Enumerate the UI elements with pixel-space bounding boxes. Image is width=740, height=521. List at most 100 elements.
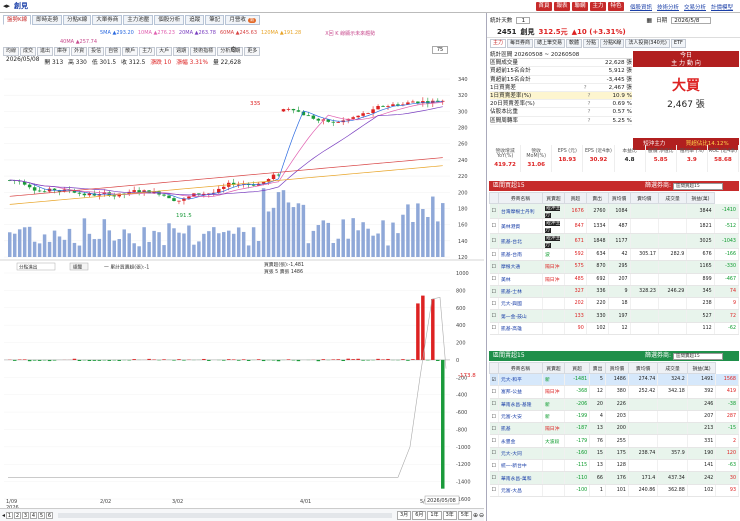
col-header[interactable]: 買賣超 [541,362,565,374]
col-header[interactable]: 賣出 [585,192,609,204]
scroll-track[interactable] [58,512,392,518]
row-checkbox[interactable]: ☐ [489,398,499,411]
range-button-2[interactable]: 1年 [427,510,442,520]
table-row[interactable]: ☐ 第一金-鼓山 133 330 197 527 72 [489,309,740,323]
row-checkbox[interactable]: ☐ [489,260,499,274]
row-checkbox[interactable]: ☐ [489,218,499,234]
toolbar-btn-6[interactable]: 自營 [105,46,122,56]
chart-tab-2[interactable]: 分點K線 [63,15,92,25]
top-link-3[interactable]: 計價模型 [711,3,733,11]
row-checkbox[interactable]: ☐ [489,459,499,473]
help-icon[interactable]: ? [587,117,590,124]
page-button-5[interactable]: 6 [46,511,54,519]
row-checkbox[interactable]: ☐ [489,285,499,299]
range-button-3[interactable]: 3年 [442,510,457,520]
help-icon[interactable]: ? [587,100,590,107]
toolbar-btn-0[interactable]: 均線 [3,46,20,56]
col-header[interactable]: 買均價 [604,362,629,374]
table-row[interactable]: ☐ 美林港資 短沖主力 847 1334 487 1821 -512 [489,218,740,234]
toolbar-btn-8[interactable]: 主力 [139,46,156,56]
page-button-2[interactable]: 3 [22,511,30,519]
table-row[interactable]: ☑ 元大-和平新 -1481 5 1486 274.74 324.2 1491 1568 [489,373,739,387]
table-row[interactable]: ☐ 元大-大同 -160 15 175 238.74 357.9 190 120 [489,447,739,461]
help-icon[interactable]: ? [584,84,587,91]
row-checkbox[interactable]: ☐ [489,471,499,485]
chart-tab-0[interactable]: 盤勢K線 [3,15,32,25]
row-checkbox[interactable]: ☐ [489,297,499,311]
table-row[interactable]: ☐ 美林 隔日沖 485 692 207 899 -467 [489,273,740,286]
table-row[interactable]: ☐ 富邦-公益 隔日沖 -368 12 380 252.42 342.18 392 419 [489,385,739,399]
zoom-out-icon[interactable]: ⊖ [479,512,484,519]
col-header[interactable]: 買超 [563,192,587,204]
col-header[interactable]: 賣均價 [629,192,659,204]
toolbar-btn-4[interactable]: 外資 [71,46,88,56]
chart-tab-7[interactable]: 筆記 [205,15,225,25]
chart-tab-1[interactable]: 即時走勢 [32,15,63,25]
table-row[interactable]: ☐ 凱基-高雄 90 102 12 112 -62 [489,322,740,336]
table-row[interactable]: ☐ 凱基-台南波 592 634 42 305.17 282.9 676 -166 [489,248,740,262]
table-row[interactable]: ☐ 永豐金 大波段 -179 76 255 331 2 [489,434,739,448]
col-header[interactable]: 損益(萬) [686,362,717,374]
col-header[interactable]: 券商名稱 [497,362,543,374]
page-button-4[interactable]: 5 [38,511,46,519]
help-icon[interactable]: ? [587,108,590,115]
broker-subtab-1[interactable]: 每日券商 [507,39,534,48]
calendar-icon[interactable]: ▦ [646,17,652,24]
row-checkbox[interactable]: ☐ [489,203,499,219]
chart-tab-5[interactable]: 個股分析 [154,15,185,25]
help-icon[interactable]: ? [587,92,590,99]
col-header[interactable]: 買賣超 [541,192,565,204]
zoom-in-icon[interactable]: ⊕ [473,512,478,519]
chart-tab-6[interactable]: 追蹤 [185,15,205,25]
col-header[interactable]: 賣出 [589,362,606,374]
broker-subtab-7[interactable]: ETF [670,39,686,48]
toolbar-btn-10[interactable]: 週期 [173,46,190,56]
table-row[interactable]: ☐ 凱基 隔日沖 -187 13 200 213 -15 [489,422,739,436]
menu-icon[interactable]: ◂▸ [3,2,10,10]
range-button-0[interactable]: 3月 [397,510,412,520]
top-link-0[interactable]: 個股資訊 [630,3,652,11]
zoom-select[interactable]: 75 [432,46,448,54]
row-checkbox[interactable]: ☐ [489,248,499,262]
toolbar-btn-9[interactable]: 大戶 [156,46,173,56]
table-row[interactable]: ☐ 台灣摩根士丹利 短沖主力 1676 2760 1084 3844 -1410 [489,203,740,219]
page-button-3[interactable]: 4 [30,511,38,519]
range-button-4[interactable]: 5年 [457,510,472,520]
top-menu-4[interactable]: 特色 [608,2,624,11]
row-checkbox[interactable]: ☐ [489,322,499,336]
col-header[interactable]: 損益(萬) [686,192,715,204]
table-row[interactable]: ☐ 摩根大通 隔日沖 575 870 295 1165 -330 [489,260,740,274]
settings-icon[interactable]: ⚙ [230,45,237,54]
broker-subtab-6[interactable]: 法人投資(340元) [625,39,670,48]
toolbar-btn-2[interactable]: 進出 [37,46,54,56]
toolbar-btn-5[interactable]: 投信 [88,46,105,56]
row-checkbox[interactable]: ☐ [489,447,499,461]
kline-chart[interactable]: 3403203002802602402202001801601401203351… [0,65,484,521]
days-select[interactable]: 1 [516,16,531,24]
top-menu-0[interactable]: 首頁 [536,2,552,11]
row-checkbox[interactable]: ☐ [489,484,499,497]
broker-subtab-0[interactable]: 主力 [490,39,507,48]
table-row[interactable]: ☐ 統一-新台中 -115 13 128 141 -63 [489,459,739,473]
reset-link[interactable]: X回 K 線顯示未來趨勢 [325,30,375,37]
col-header[interactable]: 賣均價 [627,362,659,374]
chart-tab-3[interactable]: 大單券商 [92,15,123,25]
top-link-1[interactable]: 技術分析 [657,3,679,11]
page-button-1[interactable]: 2 [14,511,22,519]
row-checkbox[interactable]: ☐ [489,233,499,249]
broker-subtab-5[interactable]: 分點K線 [600,39,625,48]
col-header[interactable]: 成交量 [657,192,688,204]
row-checkbox[interactable]: ☐ [489,410,499,424]
broker-subtab-3[interactable]: 軟體 [566,39,583,48]
table-row[interactable]: ☐ 凱基-台北 短沖主力 671 1848 1177 3025 -1043 [489,233,740,249]
row-checkbox[interactable]: ☑ [489,373,499,387]
row-checkbox[interactable]: ☐ [489,273,499,286]
buy-filter-select[interactable]: 區間買超15 [673,182,723,190]
col-header[interactable]: 成交量 [657,362,688,374]
col-header[interactable] [489,192,499,204]
range-button-1[interactable]: 6月 [412,510,427,520]
page-button-0[interactable]: 1 [6,511,14,519]
table-row[interactable]: ☐ 元富-大昌 -100 1 101 240.86 362.88 102 93 [489,484,739,497]
top-menu-2[interactable]: 聯網 [572,2,588,11]
table-row[interactable]: ☐ 華南永昌-萬和 -110 66 176 171.4 437.34 242 30 [489,471,739,485]
